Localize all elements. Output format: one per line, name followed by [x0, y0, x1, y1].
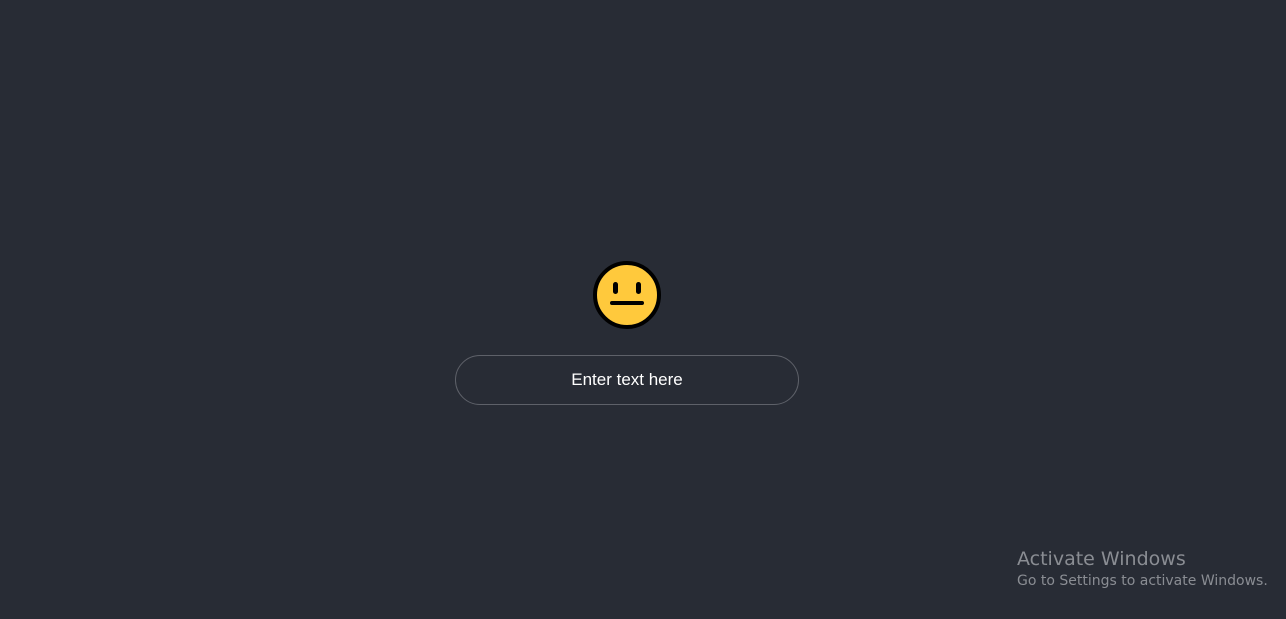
face-circle	[593, 261, 661, 329]
activate-windows-watermark: Activate Windows Go to Settings to activ…	[1017, 547, 1268, 591]
watermark-title: Activate Windows	[1017, 548, 1186, 570]
flat-mouth	[610, 301, 644, 305]
right-eye	[636, 282, 641, 294]
watermark-subtitle: Go to Settings to activate Windows.	[1017, 573, 1268, 589]
mood-text-input[interactable]	[455, 355, 799, 405]
page: Activate Windows Go to Settings to activ…	[0, 0, 1286, 619]
neutral-face-icon	[593, 261, 661, 329]
left-eye	[613, 282, 618, 294]
